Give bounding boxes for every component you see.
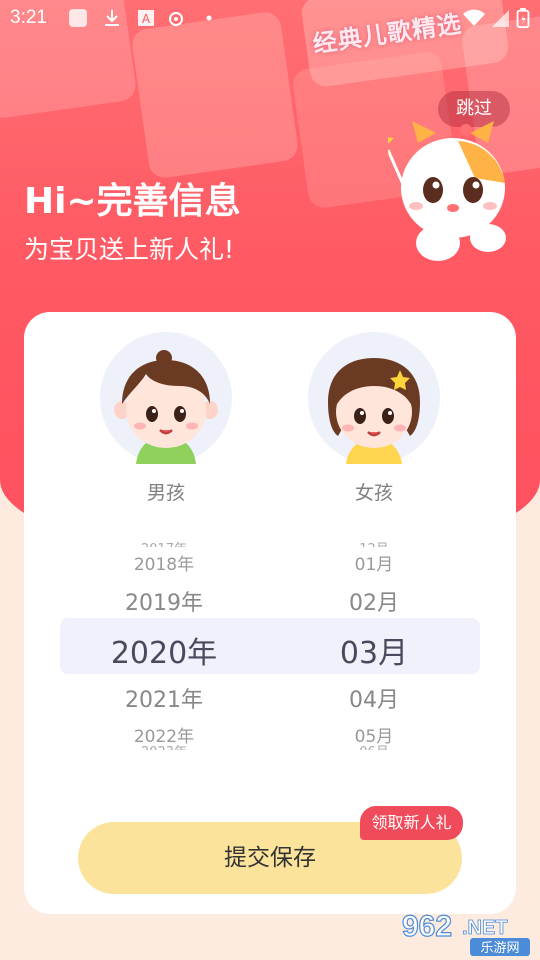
month-option[interactable]: 04月 [274,682,474,714]
watermark-domain: .NET [462,917,508,939]
svg-text:A: A [142,12,151,26]
page-subtitle: 为宝贝送上新人礼! [24,235,235,264]
month-option[interactable]: 02月 [274,585,474,617]
year-option[interactable]: 2019年 [64,585,264,617]
month-option[interactable]: 12月 [274,538,474,547]
month-option-selected[interactable]: 03月 [274,628,474,672]
girl-label: 女孩 [354,482,393,504]
new-user-gift-badge: 领取新人礼 [360,806,463,840]
year-option[interactable]: 2023年 [64,741,264,750]
signal-icon [492,10,509,27]
status-time: 3:21 [10,7,47,28]
app-a-icon: A [138,10,154,26]
year-option-selected[interactable]: 2020年 [64,628,264,672]
watermark-brand: 962 [402,910,452,943]
watermark-site-name: 乐游网 [480,941,519,956]
boy-avatar-option[interactable] [100,332,232,464]
wifi-icon [463,9,485,26]
app-notification-icon [69,9,87,27]
month-option[interactable]: 01月 [274,550,474,575]
battery-icon [516,8,530,28]
status-bar: 3:21 A [0,0,540,36]
boy-label: 男孩 [146,482,185,504]
watermark-logo: 962 .NET 乐游网 [401,909,530,956]
girl-avatar-icon [328,358,420,464]
info-card: 男孩 女孩 2017年 2018年 2019年 2020年 2021年 2022… [24,312,516,914]
page-title: Hi~完善信息 [24,181,241,222]
cat-mascot-icon [388,121,506,261]
year-option[interactable]: 2018年 [64,550,264,575]
download-icon [105,10,119,26]
bug-icon [169,12,183,26]
month-option[interactable]: 06月 [274,741,474,750]
dot-icon [206,15,212,21]
girl-avatar-option[interactable] [308,332,440,464]
year-option[interactable]: 2021年 [64,682,264,714]
boy-avatar-icon [114,350,218,464]
year-option[interactable]: 2017年 [64,538,264,547]
